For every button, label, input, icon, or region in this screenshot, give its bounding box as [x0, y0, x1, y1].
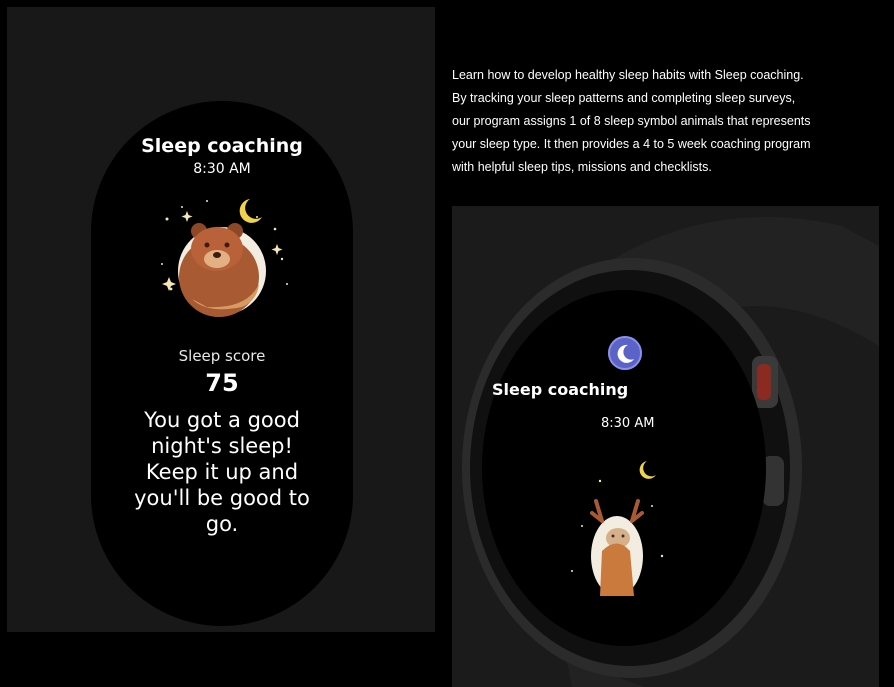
description-line: Learn how to develop healthy sleep habit…: [452, 68, 804, 82]
sleep-message: You got a good night's sleep! Keep it up…: [134, 408, 310, 536]
band-title: Sleep coaching: [141, 135, 303, 157]
watch-title: Sleep coaching: [492, 380, 629, 399]
description-line: your sleep type. It then provides a 4 to…: [452, 137, 811, 151]
description-line: By tracking your sleep patterns and comp…: [452, 91, 796, 105]
watch-image: [462, 217, 879, 687]
moon-icon: [608, 336, 642, 370]
band-screen: Sleep coaching 8:30 AM Sleep score 75 Yo…: [91, 101, 353, 626]
description-line: with helpful sleep tips, missions and ch…: [452, 160, 712, 174]
band-time: 8:30 AM: [193, 161, 251, 177]
sleep-score-value: 75: [205, 369, 239, 397]
band-panel: Sleep coaching 8:30 AM Sleep score 75 Yo…: [7, 7, 435, 632]
watch-panel: Sleep coaching 8:30 AM: [452, 206, 879, 687]
bear-icon: [161, 199, 288, 317]
description-text: Learn how to develop healthy sleep habit…: [452, 64, 862, 179]
description-line: our program assigns 1 of 8 sleep symbol …: [452, 114, 811, 128]
watch-time: 8:30 AM: [601, 416, 655, 431]
sleep-score-label: Sleep score: [178, 347, 266, 365]
